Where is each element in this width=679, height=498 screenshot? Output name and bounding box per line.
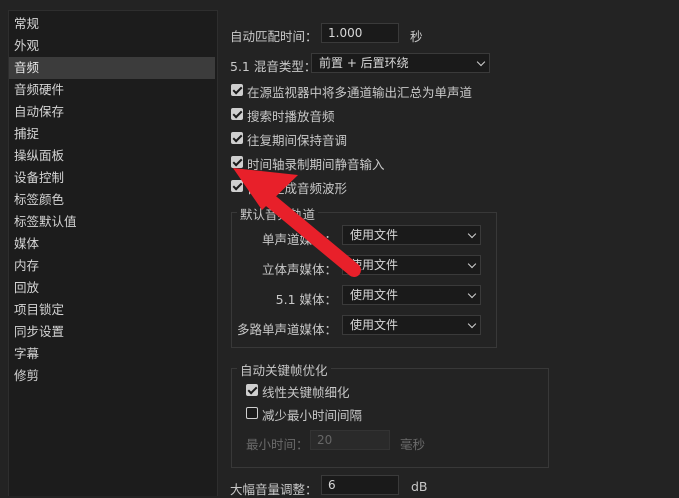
maintain-pitch-checkbox[interactable]: [231, 132, 243, 144]
chevron-down-icon: [467, 319, 477, 329]
mono-media-value: 使用文件: [350, 228, 399, 242]
multimono-media-label: 多路单声道媒体：: [236, 322, 337, 337]
maintain-pitch-label: 往复期间保持音调: [247, 133, 348, 148]
sidebar-item-audio-hardware[interactable]: 音频硬件: [9, 79, 215, 101]
min-time-label: 最小时间：: [246, 437, 309, 452]
sidebar-item-audio[interactable]: 音频: [9, 57, 215, 79]
auto-waveform-label: 自动生成音频波形: [247, 181, 348, 196]
sidebar-item-memory[interactable]: 内存: [9, 255, 215, 277]
reduce-interval-checkbox[interactable]: [246, 407, 258, 419]
linear-keyframe-checkbox[interactable]: [246, 384, 258, 396]
scrub-audio-label: 搜索时播放音频: [247, 109, 335, 124]
volume-adjust-input[interactable]: 6: [321, 475, 399, 495]
sidebar-item-device-control[interactable]: 设备控制: [9, 167, 215, 189]
mute-input-label: 时间轴录制期间静音输入: [247, 157, 385, 172]
surround-media-value: 使用文件: [350, 288, 399, 302]
volume-adjust-unit: dB: [411, 479, 428, 494]
chevron-down-icon: [476, 57, 486, 67]
keyframe-title: 自动关键帧优化: [237, 360, 331, 379]
auto-match-unit: 秒: [410, 29, 423, 44]
mute-input-checkbox[interactable]: [231, 156, 243, 168]
sidebar-item-capture[interactable]: 捕捉: [9, 123, 215, 145]
sidebar-item-control-surface[interactable]: 操纵面板: [9, 145, 215, 167]
sidebar-item-auto-save[interactable]: 自动保存: [9, 101, 215, 123]
chevron-down-icon: [467, 289, 477, 299]
mono-media-select[interactable]: 使用文件: [342, 225, 481, 245]
surround-media-label: 5.1 媒体：: [275, 292, 337, 307]
sidebar-item-general[interactable]: 常规: [9, 13, 215, 35]
min-time-unit: 毫秒: [400, 437, 426, 452]
sidebar-item-label-colors[interactable]: 标签颜色: [9, 189, 215, 211]
sidebar-item-media[interactable]: 媒体: [9, 233, 215, 255]
reduce-interval-label: 减少最小时间间隔: [262, 408, 363, 423]
sidebar-item-project-locking[interactable]: 项目锁定: [9, 299, 215, 321]
scrub-audio-checkbox[interactable]: [231, 108, 243, 120]
auto-match-label: 自动匹配时间：: [230, 29, 318, 44]
sidebar-item-label-defaults[interactable]: 标签默认值: [9, 211, 215, 233]
mix-type-select[interactable]: 前置 + 后置环绕: [311, 53, 490, 73]
min-time-input[interactable]: 20: [310, 430, 390, 450]
stereo-media-value: 使用文件: [350, 258, 399, 272]
stereo-media-label: 立体声媒体：: [261, 262, 337, 277]
auto-waveform-checkbox[interactable]: [231, 180, 243, 192]
multimono-media-select[interactable]: 使用文件: [342, 315, 481, 335]
volume-adjust-label: 大幅音量调整：: [230, 482, 318, 497]
stereo-media-select[interactable]: 使用文件: [342, 255, 481, 275]
mix-type-label: 5.1 混音类型：: [230, 59, 317, 74]
default-tracks-title: 默认音频轨道: [237, 204, 319, 223]
mono-media-label: 单声道媒体：: [261, 232, 337, 247]
auto-match-time-input[interactable]: 1.000: [321, 23, 399, 43]
sidebar-item-appearance[interactable]: 外观: [9, 35, 215, 57]
sidebar-item-sync-settings[interactable]: 同步设置: [9, 321, 215, 343]
summing-label: 在源监视器中将多通道输出汇总为单声道: [247, 85, 473, 100]
surround-media-select[interactable]: 使用文件: [342, 285, 481, 305]
chevron-down-icon: [467, 259, 477, 269]
sidebar-item-playback[interactable]: 回放: [9, 277, 215, 299]
chevron-down-icon: [467, 229, 477, 239]
multimono-media-value: 使用文件: [350, 318, 399, 332]
sidebar-item-trim[interactable]: 修剪: [9, 365, 215, 387]
sidebar-item-captions[interactable]: 字幕: [9, 343, 215, 365]
linear-keyframe-label: 线性关键帧细化: [262, 385, 350, 400]
mix-type-value: 前置 + 后置环绕: [319, 56, 409, 70]
preferences-sidebar: 常规 外观 音频 音频硬件 自动保存 捕捉 操纵面板 设备控制 标签颜色 标签默…: [8, 10, 218, 496]
summing-checkbox[interactable]: [231, 84, 243, 96]
